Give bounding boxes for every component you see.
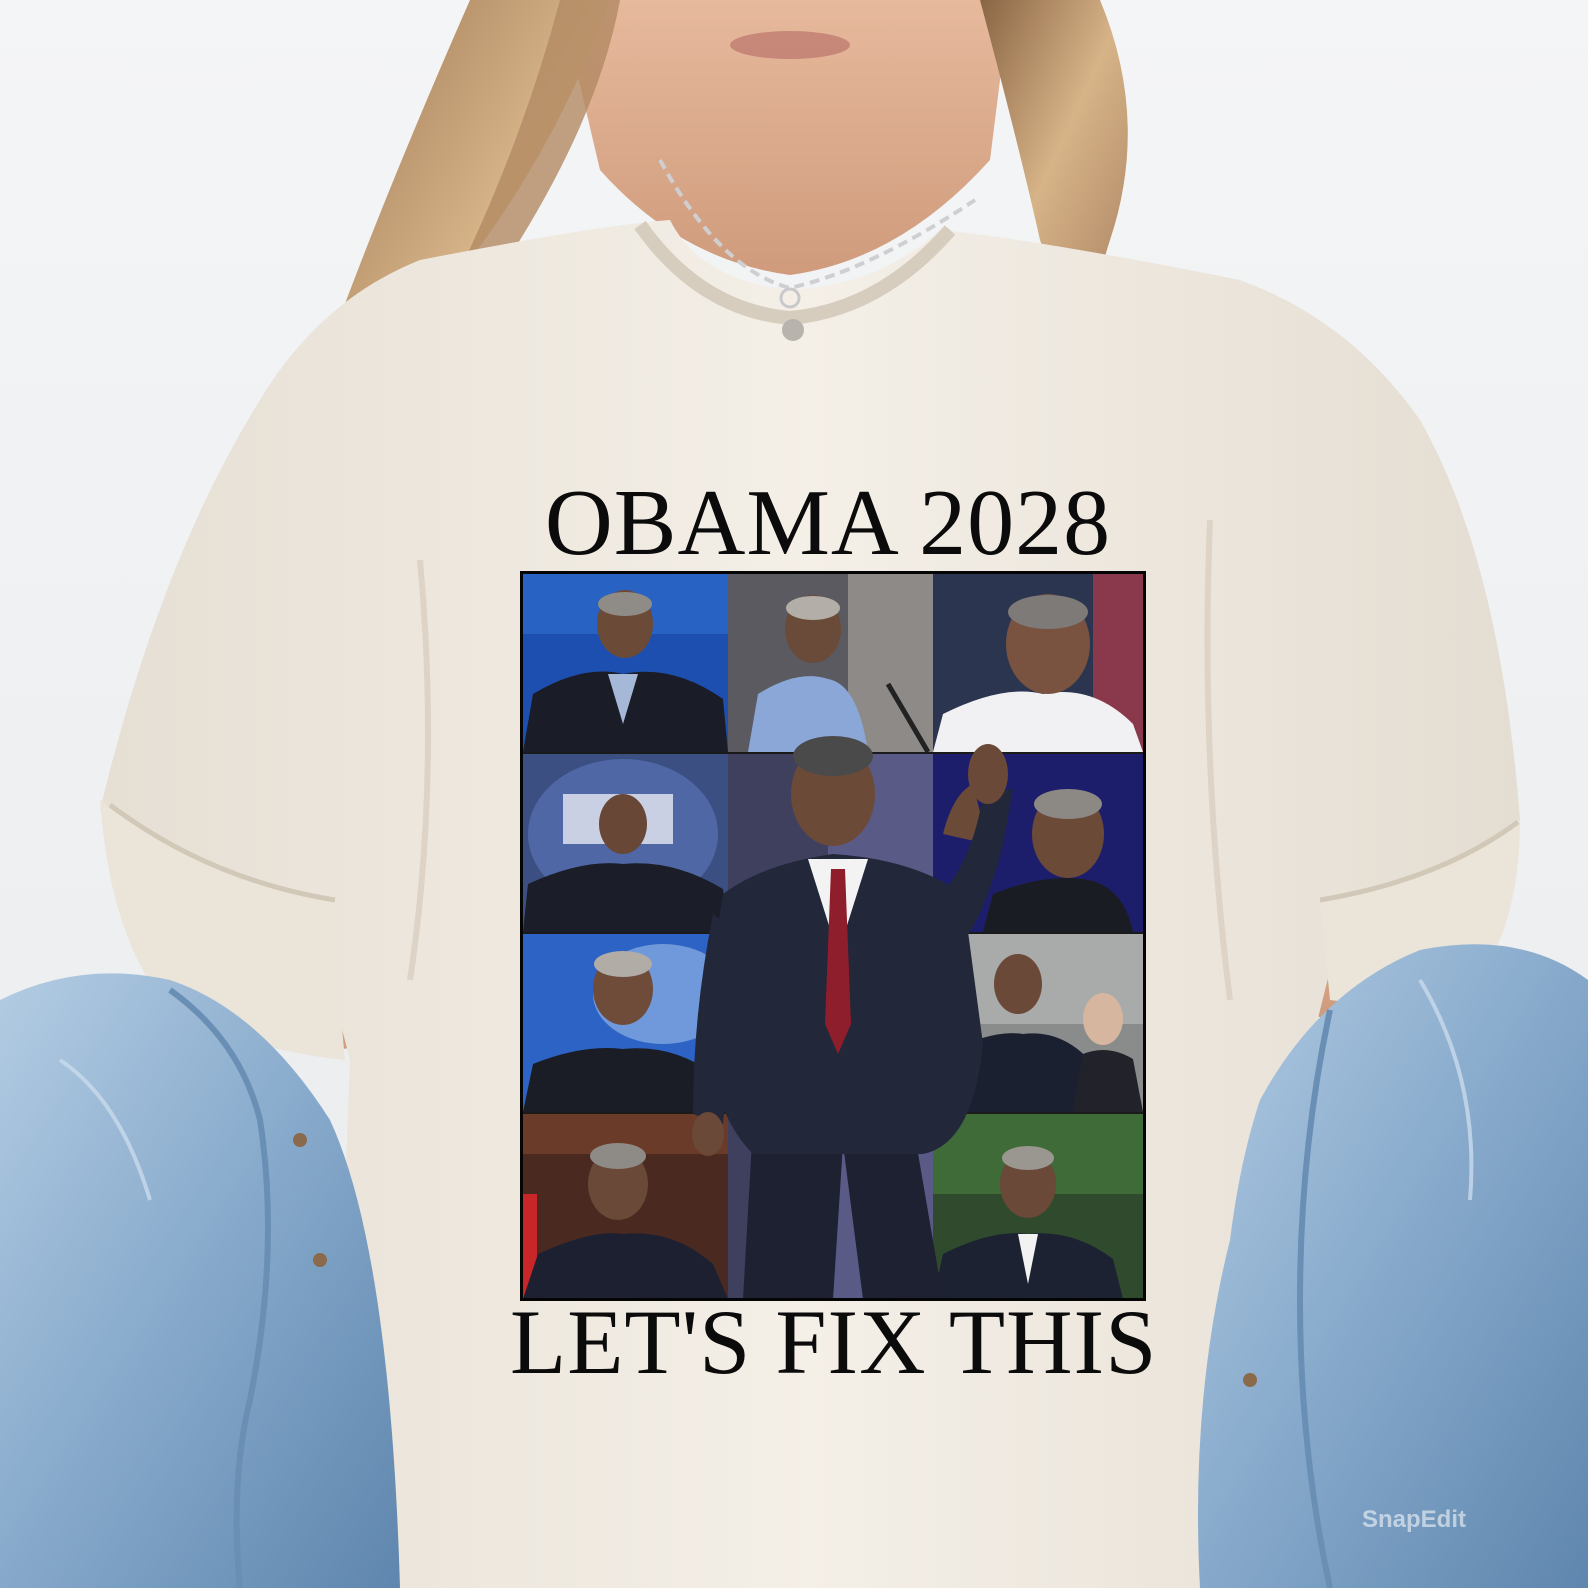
- shirt-tagline: LET'S FIX THIS: [510, 1291, 1158, 1393]
- photo-collage: [520, 571, 1146, 1301]
- watermark: SnapEdit: [1362, 1506, 1467, 1533]
- shirt-headline: OBAMA 2028: [544, 471, 1112, 575]
- collage-photo-main-figure: [683, 694, 1013, 1298]
- product-photo: OBAMA 2028 LET'S FIX THIS SnapEdit: [0, 0, 1588, 1588]
